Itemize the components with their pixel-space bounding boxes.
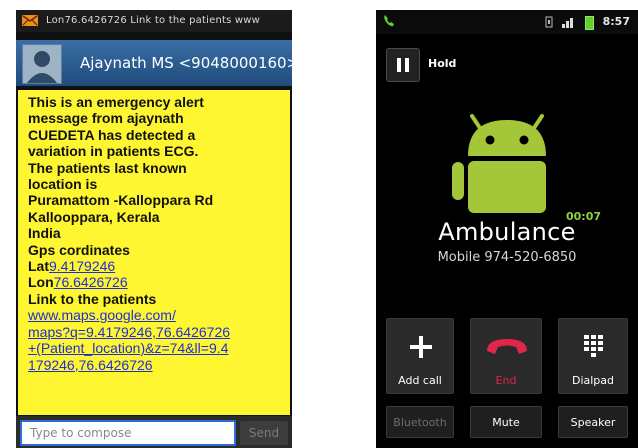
maps-link-line[interactable]: +(Patient_location)&z=74&ll=9.4 <box>28 340 280 356</box>
dialpad-label: Dialpad <box>571 374 615 387</box>
message-line: CUEDETA has detected a <box>28 126 196 143</box>
message-line: This is an emergency alert <box>28 94 204 110</box>
hold-button[interactable] <box>386 48 420 82</box>
maps-link-line[interactable]: www.maps.google.com/ <box>28 307 280 323</box>
hold-bar: Hold <box>376 48 638 82</box>
pause-icon <box>405 58 409 72</box>
caller-number: Mobile 974-520-6850 <box>437 250 577 265</box>
bluetooth-label: Bluetooth <box>393 416 447 429</box>
compose-input[interactable]: Type to compose <box>20 420 236 446</box>
message-line: Kallooppara, Kerala <box>28 208 160 225</box>
android-robot-icon <box>452 114 546 213</box>
speaker-button[interactable]: Speaker <box>558 406 628 438</box>
lat-label: Lat <box>28 258 49 275</box>
end-call-icon <box>487 339 527 354</box>
dialpad-button[interactable]: Dialpad <box>558 318 628 394</box>
mute-label: Mute <box>492 416 520 429</box>
message-line: Gps cordinates <box>28 241 130 258</box>
clock: 8:57 <box>602 15 630 28</box>
link-label: Link to the patients <box>28 290 157 307</box>
send-button[interactable]: Send <box>240 421 288 445</box>
bluetooth-button[interactable]: Bluetooth <box>386 406 454 438</box>
sms-screen: Lon76.6426726 Link to the patients www A… <box>16 10 292 448</box>
plus-icon <box>410 336 432 358</box>
mute-button[interactable]: Mute <box>470 406 542 438</box>
longitude-link[interactable]: 76.6426726 <box>54 274 128 290</box>
hold-label: Hold <box>428 57 457 70</box>
maps-link-line[interactable]: 179246,76.6426726 <box>28 357 280 373</box>
status-bar: Lon76.6426726 Link to the patients www <box>16 10 292 32</box>
add-call-button[interactable]: Add call <box>386 318 454 394</box>
end-call-button[interactable]: End <box>470 318 542 394</box>
notification-ticker: Lon76.6426726 Link to the patients www <box>46 15 261 26</box>
message-line: India <box>28 225 61 242</box>
pause-icon <box>397 58 401 72</box>
contact-avatar[interactable] <box>22 44 62 84</box>
message-notification-icon <box>22 15 38 26</box>
message-bubble: This is an emergency alert message from a… <box>18 90 290 415</box>
status-bar: 8:57 <box>376 10 638 34</box>
end-label: End <box>495 374 517 387</box>
latitude-line: Lat9.4179246 <box>28 258 280 274</box>
compose-bar: Type to compose Send <box>16 416 292 448</box>
caller-name: Ambulance <box>438 218 576 246</box>
message-line: location is <box>28 176 98 193</box>
longitude-line: Lon76.6426726 <box>28 274 280 290</box>
message-line: Puramattom -Kalloppara Rd <box>28 192 214 209</box>
sender-header[interactable]: Ajaynath MS <9048000160> <box>16 40 292 86</box>
maps-link-line[interactable]: maps?q=9.4179246,76.6426726 <box>28 324 280 340</box>
sender-name: Ajaynath MS <9048000160> <box>80 54 292 72</box>
compose-placeholder: Type to compose <box>30 426 132 440</box>
signal-icon <box>562 18 573 28</box>
lon-label: Lon <box>28 274 54 291</box>
vibrate-icon <box>545 16 553 28</box>
message-line: message from ajaynath <box>28 110 184 127</box>
call-active-icon <box>384 15 394 27</box>
battery-icon <box>585 16 594 30</box>
maps-link[interactable]: www.maps.google.com/maps?q=9.4179246,76.… <box>28 307 280 373</box>
dialpad-icon <box>584 335 603 357</box>
call-screen: 8:57 Hold 00:07 Ambulance Mobile 974-520… <box>376 10 638 448</box>
add-call-label: Add call <box>398 374 442 387</box>
message-text: This is an emergency alert message from a… <box>28 94 280 258</box>
speaker-label: Speaker <box>570 416 616 429</box>
message-line: The patients last known <box>28 159 187 176</box>
message-line: variation in patients ECG. <box>28 143 199 160</box>
latitude-link[interactable]: 9.4179246 <box>49 258 115 274</box>
